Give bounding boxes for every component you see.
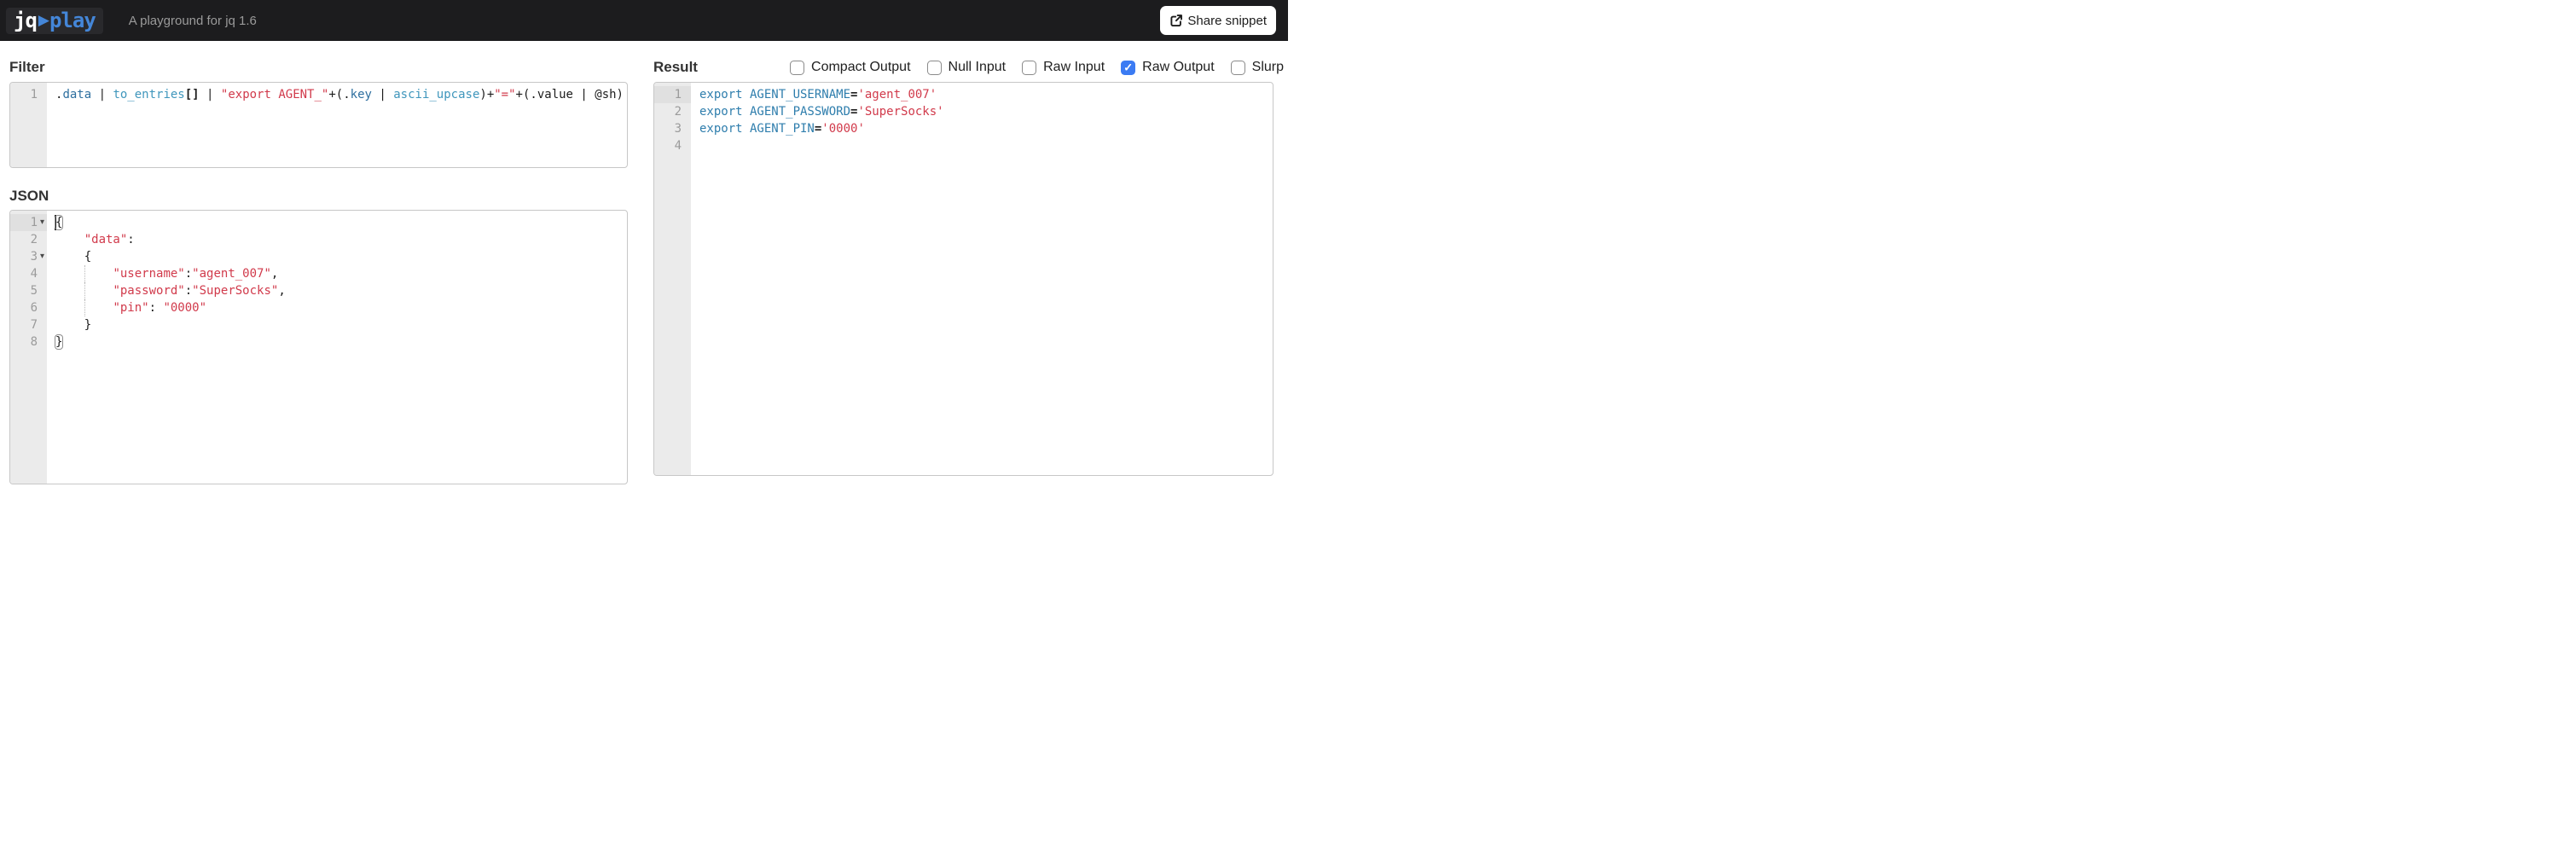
checkbox-slurp[interactable] — [1230, 60, 1245, 75]
line-number: 2 — [30, 233, 38, 246]
indent-guide — [84, 282, 85, 299]
code-text: } — [55, 335, 63, 349]
code-text: export AGENT_USERNAME='agent_007' — [699, 88, 937, 101]
json-heading: JSON — [9, 188, 49, 204]
checkbox-null-input[interactable] — [926, 60, 942, 75]
line-number: 6 — [30, 301, 38, 315]
code-text: { — [55, 215, 63, 230]
code-text: "password":"SuperSocks", — [47, 282, 627, 299]
checkmark-icon: ✓ — [1123, 61, 1134, 73]
code-line: 3 export AGENT_PIN='0000' — [654, 120, 1273, 137]
option-label-null-input[interactable]: Null Input — [949, 60, 1007, 75]
share-button-label: Share snippet — [1187, 13, 1267, 28]
code-line: 2 "data": — [10, 231, 627, 248]
logo-jq-text: jq — [14, 8, 38, 32]
line-number: 3 ▾ — [10, 248, 47, 265]
indent-guide — [84, 265, 85, 282]
option-label-compact-output[interactable]: Compact Output — [811, 60, 911, 75]
line-number: 4 — [30, 267, 38, 281]
result-heading: Result — [653, 59, 698, 75]
line-number: 1 — [30, 88, 38, 101]
option-compact-output[interactable]: Compact Output — [790, 60, 911, 75]
line-number: 4 — [674, 139, 682, 153]
line-number: 2 — [674, 105, 682, 119]
line-number: 1 ▾ — [10, 214, 47, 231]
line-number: 3 — [674, 122, 682, 136]
checkbox-raw-output-checked[interactable]: ✓ — [1121, 60, 1136, 75]
line-number: 5 — [30, 284, 38, 298]
option-label-raw-input[interactable]: Raw Input — [1043, 60, 1105, 75]
logo-play-text: play — [49, 8, 96, 32]
indent-guide — [84, 299, 85, 316]
code-text: } — [55, 318, 92, 332]
code-line: 4 — [654, 137, 1273, 154]
code-line: 3 ▾ { — [10, 248, 627, 265]
option-raw-input[interactable]: Raw Input — [1022, 60, 1105, 75]
jqplay-logo[interactable]: jq ▶ play — [6, 7, 103, 34]
code-text: .data | to_entries[] | "export AGENT_"+(… — [55, 88, 624, 101]
line-number: 8 — [30, 335, 38, 349]
option-slurp[interactable]: Slurp — [1230, 60, 1284, 75]
code-line: 1 .data | to_entries[] | "export AGENT_"+… — [10, 86, 627, 103]
code-text: "data": — [84, 233, 135, 246]
code-line: 2 export AGENT_PASSWORD='SuperSocks' — [654, 103, 1273, 120]
line-number: 1 — [654, 86, 691, 103]
line-number: 7 — [30, 318, 38, 332]
fold-arrow-icon[interactable]: ▾ — [38, 214, 47, 231]
share-snippet-button[interactable]: Share snippet — [1160, 6, 1276, 35]
code-line: 6 "pin": "0000" — [10, 299, 627, 316]
tagline: A playground for jq 1.6 — [128, 13, 257, 28]
code-line: 1 ▾ { — [10, 214, 627, 231]
checkbox-raw-input[interactable] — [1022, 60, 1037, 75]
output-options: Compact Output Null Input Raw Input ✓ Raw Ou… — [790, 60, 1284, 75]
fold-arrow-icon[interactable]: ▾ — [38, 248, 47, 265]
code-line: 4 "username":"agent_007", — [10, 265, 627, 282]
result-column: Result Compact Output Null Input Raw Input… — [653, 41, 1284, 484]
code-text: "pin": "0000" — [47, 299, 627, 316]
logo-play-triangle-icon: ▶ — [38, 12, 49, 29]
code-line: 8} — [10, 333, 627, 351]
code-line: 7 } — [10, 316, 627, 333]
code-line: 1 export AGENT_USERNAME='agent_007' — [654, 86, 1273, 103]
checkbox-compact-output[interactable] — [790, 60, 805, 75]
jqplay-page: jq ▶ play A playground for jq 1.6 Share … — [0, 0, 1288, 484]
option-null-input[interactable]: Null Input — [926, 60, 1007, 75]
option-raw-output[interactable]: ✓ Raw Output — [1121, 60, 1215, 75]
main-content: Filter 1 .data | to_entries[] | "export A… — [0, 41, 1288, 484]
filter-heading: Filter — [9, 59, 45, 75]
option-label-slurp[interactable]: Slurp — [1252, 60, 1284, 75]
filter-editor[interactable]: 1 .data | to_entries[] | "export AGENT_"+… — [9, 82, 628, 168]
share-icon — [1169, 14, 1183, 27]
json-input-editor[interactable]: 1 ▾{2 "data": 3 ▾ {4 "username":"agent_007"… — [9, 210, 628, 484]
code-text: export AGENT_PASSWORD='SuperSocks' — [699, 105, 944, 119]
code-text: "username":"agent_007", — [47, 265, 627, 282]
code-text: { — [55, 250, 92, 264]
option-label-raw-output[interactable]: Raw Output — [1142, 60, 1214, 75]
result-editor[interactable]: 1 export AGENT_USERNAME='agent_007' 2 expor… — [653, 82, 1273, 476]
code-text: export AGENT_PIN='0000' — [699, 122, 865, 136]
navbar: jq ▶ play A playground for jq 1.6 Share … — [0, 0, 1288, 41]
input-column: Filter 1 .data | to_entries[] | "export A… — [9, 41, 628, 484]
code-line: 5 "password":"SuperSocks", — [10, 282, 627, 299]
